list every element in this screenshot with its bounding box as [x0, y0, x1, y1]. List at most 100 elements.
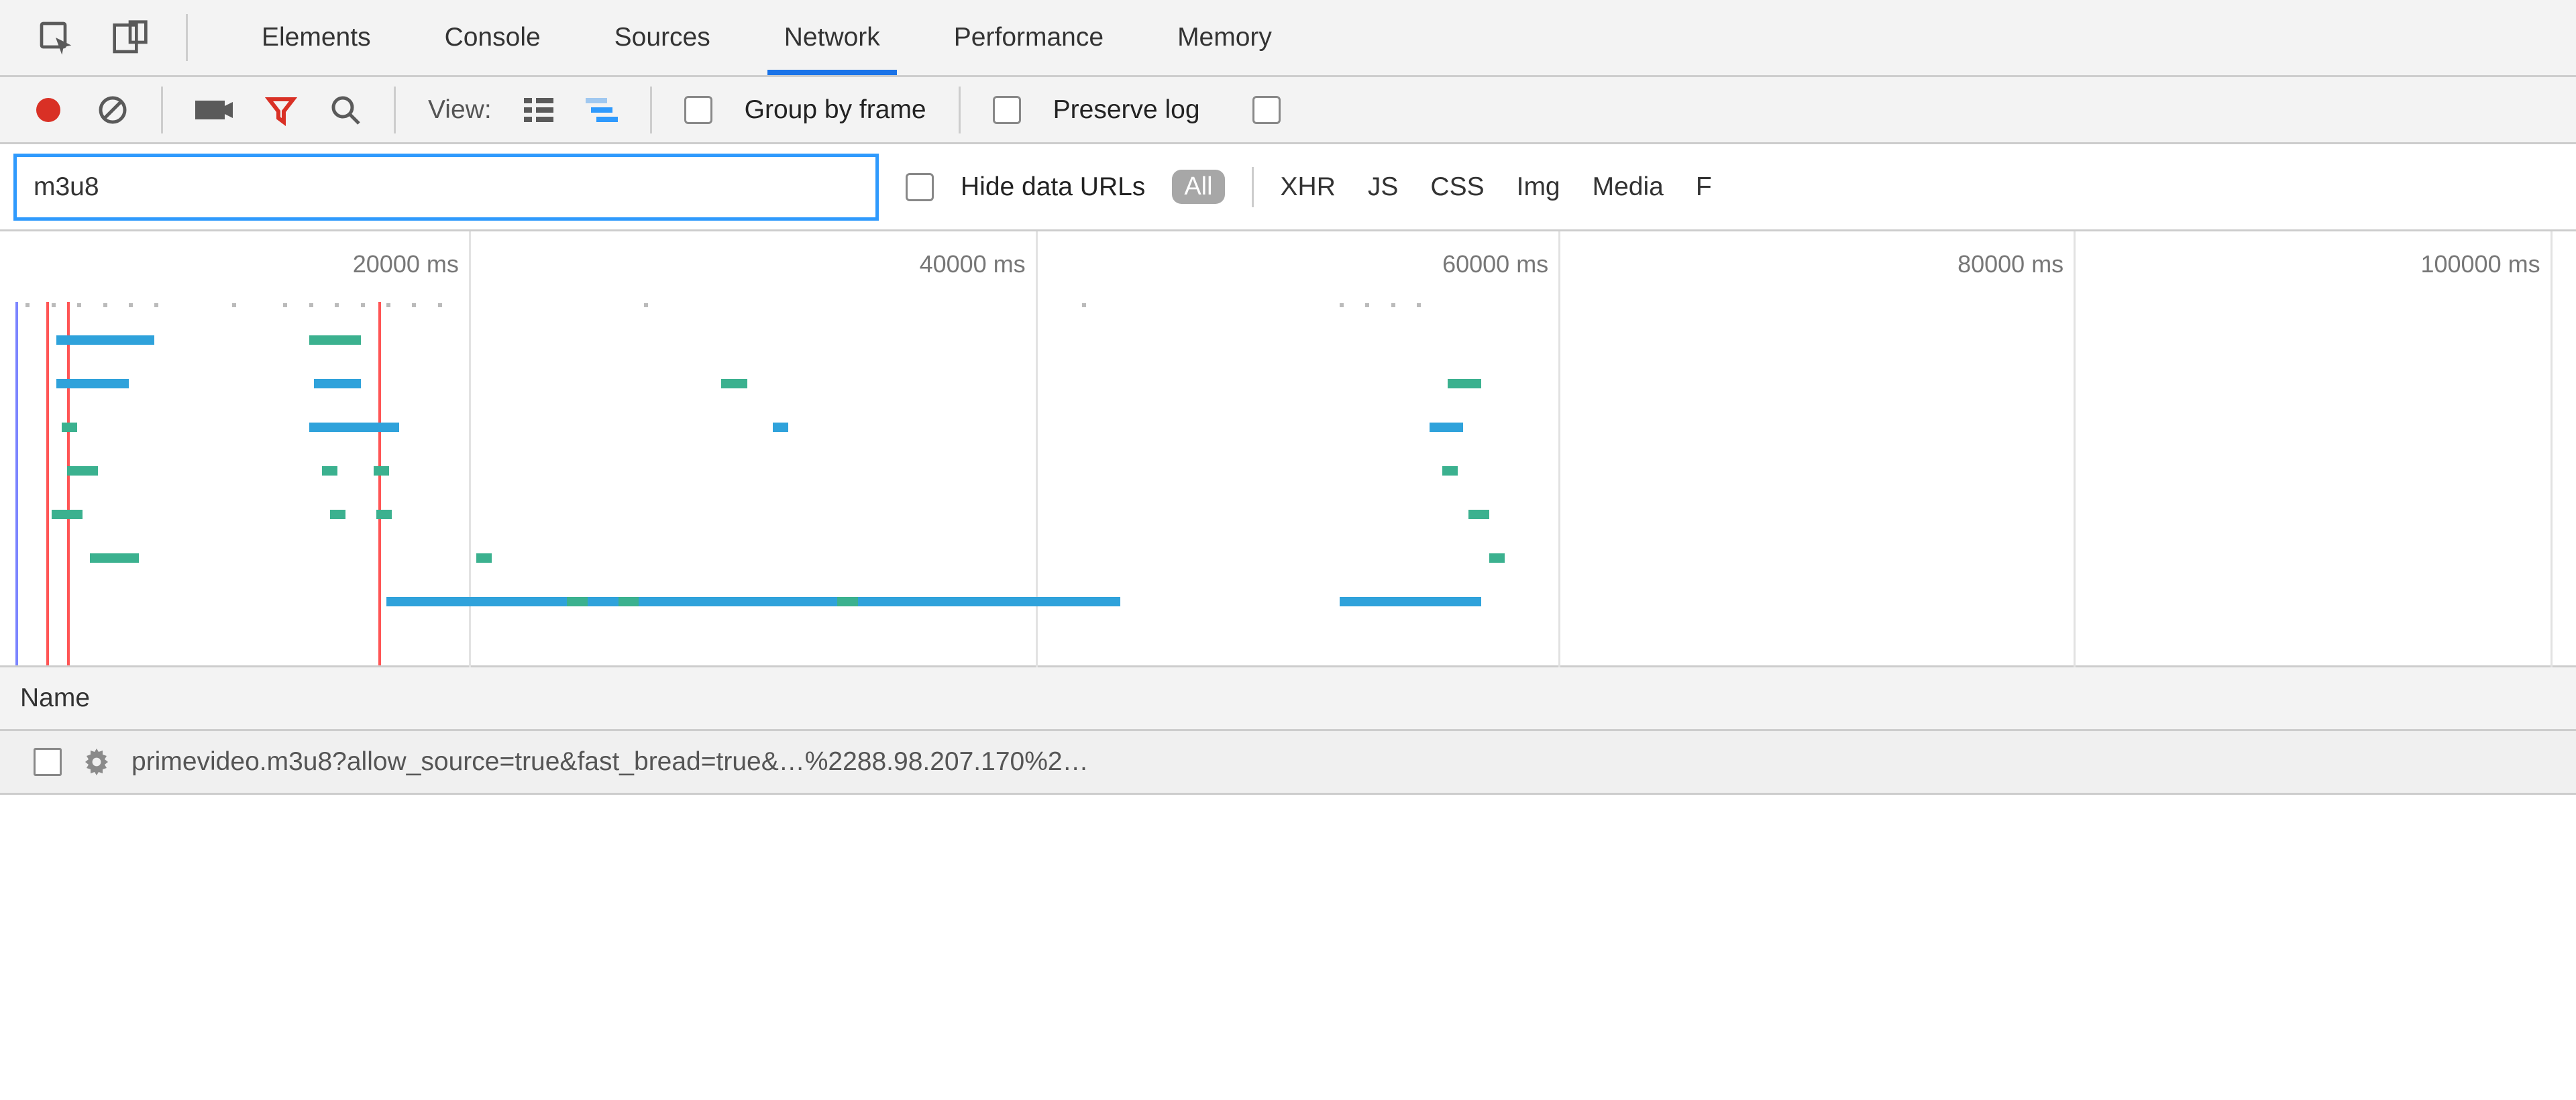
column-header-name[interactable]: Name: [20, 683, 90, 713]
timeline-body[interactable]: [0, 302, 2576, 665]
tab-performance[interactable]: Performance: [917, 0, 1140, 75]
timeline-top-tick: [25, 303, 30, 307]
timeline-ruler: 20000 ms40000 ms60000 ms80000 ms100000 m…: [0, 231, 2576, 302]
timeline-tick-label: 60000 ms: [1442, 250, 1558, 278]
timeline-top-tick: [1417, 303, 1421, 307]
view-label: View:: [428, 95, 492, 125]
timeline-request-bar[interactable]: [476, 553, 492, 563]
separator: [394, 87, 396, 133]
filter-type-js[interactable]: JS: [1368, 172, 1399, 202]
timeline-top-tick: [412, 303, 416, 307]
timeline-top-tick: [1365, 303, 1369, 307]
tab-network[interactable]: Network: [747, 0, 917, 75]
filter-icon[interactable]: [265, 94, 297, 126]
toolbar-group-by-frame: Group by frame: [684, 95, 926, 125]
timeline-request-bar[interactable]: [837, 597, 858, 606]
network-toolbar: View: Group by frame Preserve log: [0, 77, 2576, 144]
request-name: primevideo.m3u8?allow_source=true&fast_b…: [131, 747, 1089, 777]
timeline-request-bar[interactable]: [56, 379, 129, 388]
filter-type-xhr[interactable]: XHR: [1281, 172, 1336, 202]
timeline-request-bar[interactable]: [1442, 466, 1458, 476]
preserve-log-checkbox[interactable]: [993, 96, 1021, 124]
timeline-top-tick: [77, 303, 81, 307]
timeline-request-bar[interactable]: [374, 466, 389, 476]
separator: [959, 87, 961, 133]
top-icon-group: [37, 19, 149, 56]
network-timeline[interactable]: 20000 ms40000 ms60000 ms80000 ms100000 m…: [0, 231, 2576, 667]
timeline-request-bar[interactable]: [62, 423, 77, 432]
filter-type-media[interactable]: Media: [1593, 172, 1664, 202]
device-toolbar-icon[interactable]: [111, 19, 149, 56]
timeline-request-bar[interactable]: [386, 597, 1120, 606]
timeline-top-tick: [335, 303, 339, 307]
row-checkbox[interactable]: [34, 748, 62, 776]
gear-icon: [80, 746, 113, 778]
dom-content-loaded-line: [15, 302, 18, 665]
record-button[interactable]: [32, 94, 64, 126]
type-filter-group: XHR JS CSS Img Media F: [1281, 172, 1712, 202]
group-by-frame-checkbox[interactable]: [684, 96, 712, 124]
tab-elements[interactable]: Elements: [225, 0, 408, 75]
timeline-request-bar[interactable]: [1430, 423, 1463, 432]
hide-data-urls-checkbox[interactable]: [906, 173, 934, 201]
filter-type-img[interactable]: Img: [1517, 172, 1560, 202]
timeline-top-tick: [644, 303, 648, 307]
timeline-request-bar[interactable]: [1340, 597, 1481, 606]
toolbar-trailing: [1252, 96, 1281, 124]
timeline-request-bar[interactable]: [721, 379, 747, 388]
tab-sources[interactable]: Sources: [578, 0, 747, 75]
clear-button[interactable]: [97, 94, 129, 126]
timeline-request-bar[interactable]: [67, 466, 98, 476]
tab-console[interactable]: Console: [408, 0, 578, 75]
hide-data-urls-label: Hide data URLs: [961, 172, 1145, 202]
toolbar-group-capture: [195, 94, 362, 126]
separator: [650, 87, 652, 133]
toolbar-group-view: View:: [428, 95, 618, 125]
timeline-request-bar[interactable]: [1468, 510, 1489, 519]
timeline-top-tick: [361, 303, 365, 307]
timeline-top-tick: [52, 303, 56, 307]
main-tab-strip: Elements Console Sources Network Perform…: [225, 0, 1309, 75]
timeline-top-tick: [154, 303, 158, 307]
timeline-request-bar[interactable]: [567, 597, 588, 606]
waterfall-view-icon[interactable]: [586, 98, 618, 122]
timeline-request-bar[interactable]: [1489, 553, 1505, 563]
filter-input[interactable]: [13, 154, 879, 221]
filter-all-pill[interactable]: All: [1172, 170, 1224, 204]
timeline-request-bar[interactable]: [376, 510, 392, 519]
timeline-tick-label: 80000 ms: [1957, 250, 2074, 278]
timeline-top-tick: [283, 303, 287, 307]
timeline-request-bar[interactable]: [309, 335, 361, 345]
filter-type-more[interactable]: F: [1696, 172, 1712, 202]
timeline-request-bar[interactable]: [309, 423, 399, 432]
toolbar-preserve-log: Preserve log: [993, 95, 1200, 125]
timeline-request-bar[interactable]: [322, 466, 337, 476]
large-rows-icon[interactable]: [524, 98, 553, 122]
timeline-top-tick: [129, 303, 133, 307]
timeline-tick-label: 20000 ms: [353, 250, 469, 278]
separator: [161, 87, 163, 133]
timeline-top-tick: [386, 303, 390, 307]
inspect-element-icon[interactable]: [37, 19, 74, 56]
timeline-top-tick: [232, 303, 236, 307]
timeline-request-bar[interactable]: [1448, 379, 1481, 388]
search-icon[interactable]: [329, 94, 362, 126]
trailing-checkbox[interactable]: [1252, 96, 1281, 124]
timeline-request-bar[interactable]: [56, 335, 154, 345]
timeline-top-tick: [1082, 303, 1086, 307]
timeline-request-bar[interactable]: [314, 379, 360, 388]
request-table-header[interactable]: Name: [0, 667, 2576, 731]
filter-type-css[interactable]: CSS: [1430, 172, 1484, 202]
timeline-top-tick: [309, 303, 313, 307]
timeline-request-bar[interactable]: [619, 597, 639, 606]
timeline-request-bar[interactable]: [773, 423, 788, 432]
screenshot-icon[interactable]: [195, 97, 233, 123]
timeline-request-bar[interactable]: [90, 553, 139, 563]
timeline-request-bar[interactable]: [330, 510, 345, 519]
devtools-top-tabs: Elements Console Sources Network Perform…: [0, 0, 2576, 77]
tab-memory[interactable]: Memory: [1140, 0, 1309, 75]
timeline-request-bar[interactable]: [52, 510, 83, 519]
timeline-top-tick: [103, 303, 107, 307]
table-row[interactable]: primevideo.m3u8?allow_source=true&fast_b…: [0, 731, 2576, 795]
timeline-top-tick: [438, 303, 442, 307]
